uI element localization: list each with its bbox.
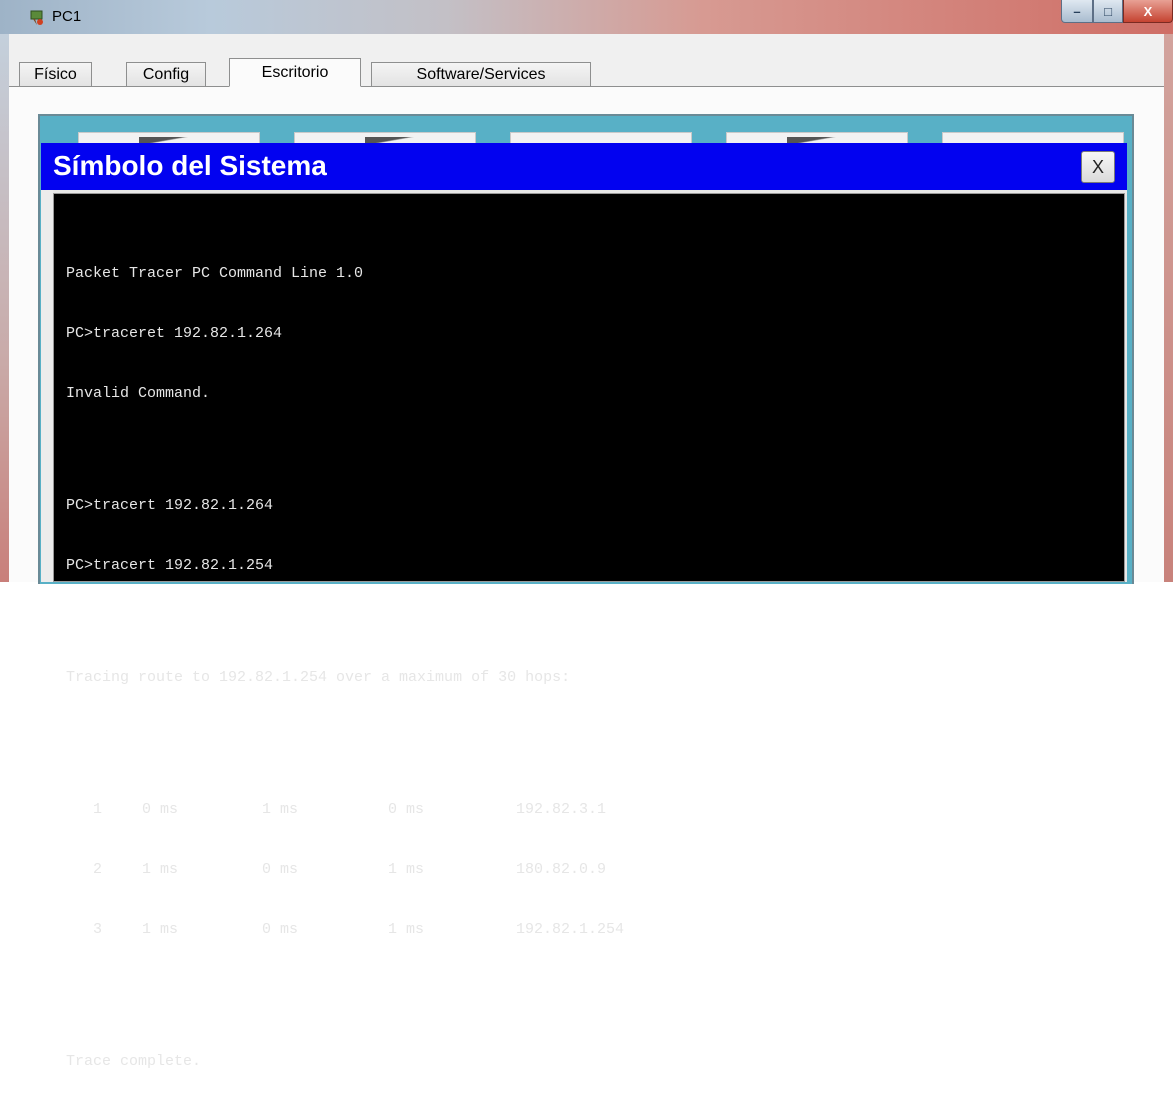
tab-software-services[interactable]: Software/Services [371,62,591,86]
hop-row: 3 1 ms 0 ms 1 ms 192.82.1.254 [66,920,1124,940]
terminal-line: PC>tracert 192.82.1.254 [66,557,274,574]
command-prompt-close-button[interactable]: X [1081,151,1115,183]
tab-label: Software/Services [416,65,546,83]
minimize-icon: – [1073,3,1081,19]
window-left-border [0,34,9,582]
hop-time-1: 1 ms [142,861,179,878]
command-prompt-header: Símbolo del Sistema X [41,143,1127,190]
tab-escritorio[interactable]: Escritorio [229,58,361,87]
hop-row: 2 1 ms 0 ms 1 ms 180.82.0.9 [66,860,1124,880]
hop-number: 2 [92,861,102,878]
hop-address: 192.82.3.1 [516,801,607,818]
hop-time-2: 1 ms [262,801,299,818]
title-bar[interactable]: PC1 – □ X [0,0,1173,34]
maximize-icon: □ [1104,3,1112,19]
window-controls: – □ X [1061,0,1173,24]
tab-strip: Físico Config Escritorio Software/Servic… [9,58,1164,87]
hop-time-3: 0 ms [388,801,425,818]
terminal-line: Packet Tracer PC Command Line 1.0 [66,265,364,282]
close-window-button[interactable]: X [1123,0,1173,23]
minimize-button[interactable]: – [1061,0,1093,23]
tab-label: Escritorio [261,63,329,81]
terminal-output[interactable]: Packet Tracer PC Command Line 1.0 PC>tra… [53,193,1125,1070]
command-prompt-window: Símbolo del Sistema X Packet Tracer PC C… [41,143,1127,1070]
close-icon: X [1143,3,1153,19]
terminal-line: PC>traceret 192.82.1.264 [66,325,283,342]
hop-number: 3 [92,921,102,938]
tab-label: Config [142,65,190,83]
close-icon: X [1091,156,1104,177]
window-right-border [1164,34,1173,582]
hop-time-3: 1 ms [388,861,425,878]
hop-time-1: 1 ms [142,921,179,938]
maximize-button[interactable]: □ [1093,0,1123,23]
hop-number: 1 [92,801,102,818]
trace-complete-line: Trace complete. [66,1053,202,1070]
command-prompt-title: Símbolo del Sistema [53,150,327,181]
tab-config[interactable]: Config [126,62,206,86]
hop-row: 1 0 ms 1 ms 0 ms 192.82.3.1 [66,800,1124,820]
hop-time-2: 0 ms [262,921,299,938]
terminal-line: Invalid Command. [66,385,211,402]
hop-time-1: 0 ms [142,801,179,818]
tab-label: Físico [34,65,77,83]
terminal-line: PC>tracert 192.82.1.264 [66,497,274,514]
command-prompt-body: Packet Tracer PC Command Line 1.0 PC>tra… [53,190,1127,1070]
hop-address: 180.82.0.9 [516,861,607,878]
tab-fisico[interactable]: Físico [19,62,92,86]
tracing-line: Tracing route to 192.82.1.254 over a max… [66,669,571,686]
hop-time-3: 1 ms [388,921,425,938]
hop-time-2: 0 ms [262,861,299,878]
hop-address: 192.82.1.254 [516,921,625,938]
window-title: PC1 [52,8,82,25]
pc-app-icon [28,9,46,27]
